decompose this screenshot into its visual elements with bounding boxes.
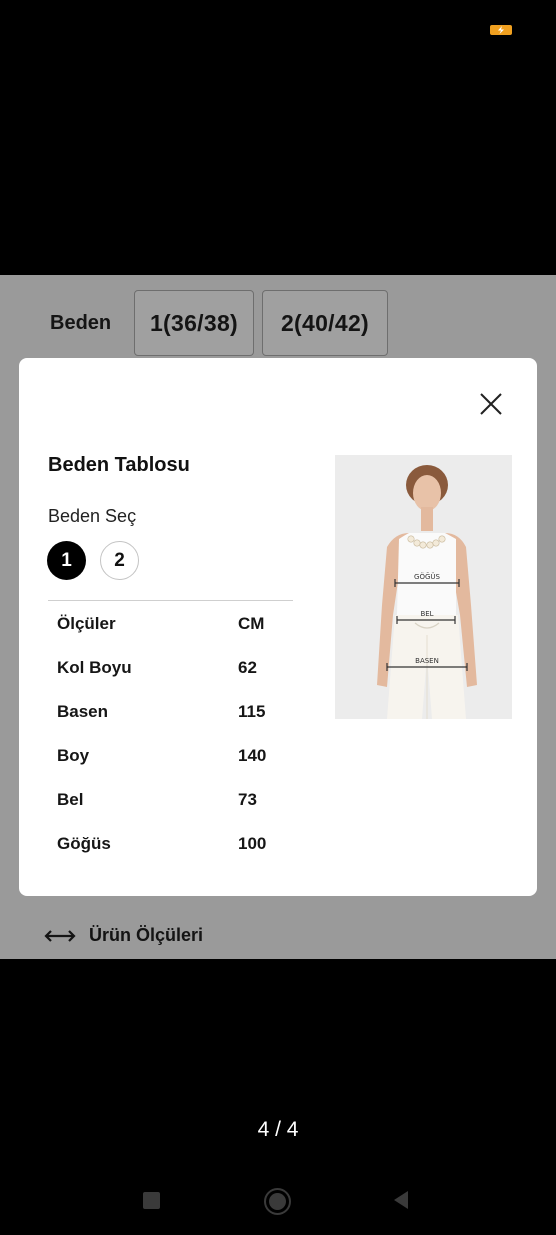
measure-value: 73 — [238, 790, 257, 809]
nav-back-button[interactable] — [392, 1190, 410, 1215]
size-chart-modal: Beden Tablosu Beden Seç 1 2 Ölçüler CM K… — [19, 358, 537, 896]
measure-value: 100 — [238, 834, 267, 853]
table-row: Kol Boyu 62 — [57, 656, 297, 700]
nav-home-button[interactable] — [264, 1188, 291, 1215]
modal-title: Beden Tablosu — [48, 454, 190, 476]
divider — [48, 600, 293, 601]
size-selector-label: Beden — [50, 312, 112, 334]
size-option-2[interactable]: 2(40/42) — [262, 290, 388, 356]
size-selector: Beden 1(36/38) 2(40/42) — [0, 290, 556, 356]
table-row: Bel 73 — [57, 788, 297, 832]
measurement-table: Ölçüler CM Kol Boyu 62 Basen 115 Boy 140… — [57, 612, 297, 876]
measure-name: Basen — [57, 702, 109, 721]
close-icon — [480, 393, 502, 415]
circle-icon — [269, 1193, 286, 1210]
close-button[interactable] — [479, 392, 503, 416]
hip-measure-label: BASEN — [415, 657, 439, 665]
phone-screen: Beden 1(36/38) 2(40/42) Ürün Ölçüleri Be… — [0, 0, 556, 1235]
size-chip-1[interactable]: 1 — [47, 541, 86, 580]
horizontal-arrows-icon — [44, 929, 76, 942]
measure-name: Göğüs — [57, 834, 111, 853]
table-row: Basen 115 — [57, 700, 297, 744]
table-row: Göğüs 100 — [57, 832, 297, 876]
measure-value: 140 — [238, 746, 267, 765]
chest-measure-label: GÖĞÜS — [414, 572, 440, 581]
column-header-unit: CM — [238, 614, 265, 633]
measure-value: 115 — [238, 702, 266, 721]
size-option-1[interactable]: 1(36/38) — [134, 290, 254, 356]
measure-value: 62 — [238, 658, 257, 677]
triangle-back-icon — [394, 1191, 408, 1209]
table-row: Boy 140 — [57, 744, 297, 788]
product-measurements-link[interactable]: Ürün Ölçüleri — [43, 925, 203, 946]
waist-measure-label: BEL — [420, 610, 433, 618]
measure-name: Bel — [57, 790, 84, 809]
model-measurement-image: GÖĞÜS BEL BASEN — [335, 455, 512, 719]
image-counter: 4 / 4 — [257, 1118, 299, 1141]
column-header-measure: Ölçüler — [57, 614, 116, 633]
size-select-label: Beden Seç — [48, 506, 137, 526]
measure-name: Boy — [57, 746, 90, 765]
table-header-row: Ölçüler CM — [57, 612, 297, 656]
measure-name: Kol Boyu — [57, 658, 132, 677]
product-measurements-label: Ürün Ölçüleri — [89, 925, 204, 945]
battery-icon — [490, 25, 512, 35]
size-chip-2[interactable]: 2 — [100, 541, 139, 580]
status-bar — [0, 0, 556, 60]
nav-recent-button[interactable] — [143, 1192, 160, 1209]
